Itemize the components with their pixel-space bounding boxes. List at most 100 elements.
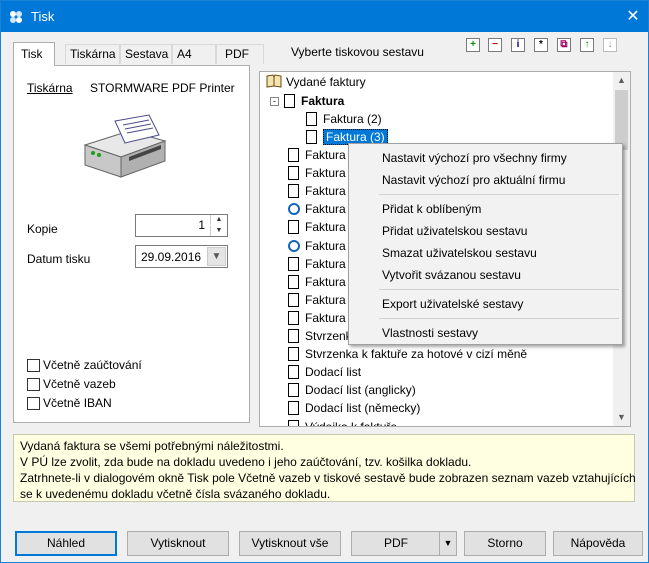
document-icon xyxy=(288,148,299,162)
tab-tiskarna[interactable]: Tiskárna xyxy=(65,44,120,64)
tree-item[interactable]: Faktura xyxy=(288,164,346,182)
description-line: Zatrhnete-li v dialogovém okně Tisk pole… xyxy=(20,471,636,485)
document-icon xyxy=(288,419,299,426)
menu-item-properties[interactable]: Vlastnosti sestavy xyxy=(382,326,478,340)
tree-item-label: Stvrzenka k faktuře za hotové v cizí měn… xyxy=(305,347,528,362)
tree-item-label: Faktura xyxy=(305,238,346,253)
checkbox-vazby-label: Včetně vazeb xyxy=(43,377,116,391)
tree-item-label: Faktura xyxy=(305,256,346,271)
description-line: Vydaná faktura se všemi potřebnými nálež… xyxy=(20,439,284,453)
tree-root[interactable]: Vydané faktury xyxy=(266,73,366,91)
copies-stepper[interactable]: 1 ▲ ▼ xyxy=(135,214,228,237)
menu-item-add-favorite[interactable]: Přidat k oblíbeným xyxy=(382,202,481,216)
checkbox-iban[interactable] xyxy=(27,397,40,410)
document-icon xyxy=(284,94,295,108)
tree-item[interactable]: Faktura xyxy=(288,291,346,309)
print-date-value: 29.09.2016 xyxy=(141,250,202,264)
document-icon xyxy=(288,329,299,343)
tab-tisk[interactable]: Tisk xyxy=(13,42,55,66)
checkbox-vazby[interactable] xyxy=(27,378,40,391)
scroll-thumb[interactable] xyxy=(615,90,628,150)
menu-item-default-all[interactable]: Nastavit výchozí pro všechny firmy xyxy=(382,151,567,165)
window-title: Tisk xyxy=(31,9,55,24)
tree-item[interactable]: Faktura xyxy=(288,273,346,291)
asterisk-icon[interactable]: * xyxy=(534,38,548,52)
scroll-up-icon[interactable]: ▲ xyxy=(613,72,630,89)
checkbox-zauctovani-label: Včetně zaúčtování xyxy=(43,358,142,372)
menu-separator xyxy=(379,318,619,319)
tree-item[interactable]: Faktura xyxy=(288,182,346,200)
ie-icon xyxy=(288,239,300,252)
close-button[interactable]: ✕ xyxy=(618,1,648,32)
cancel-button[interactable]: Storno xyxy=(464,531,546,556)
menu-item-delete-user-report[interactable]: Smazat uživatelskou sestavu xyxy=(382,246,537,260)
menu-item-export[interactable]: Export uživatelské sestavy xyxy=(382,297,523,311)
print-dialog: Tisk ✕ Tisk Tiskárna Sestava A4 PDF Vybe… xyxy=(0,0,649,563)
tree-item[interactable]: Faktura xyxy=(288,255,346,273)
preview-button[interactable]: Náhled xyxy=(15,531,117,556)
pdf-split-button[interactable]: PDF ▼ xyxy=(351,531,457,556)
add-icon[interactable]: + xyxy=(466,38,480,52)
tree-item[interactable]: Dodací list (anglicky) xyxy=(288,381,416,399)
document-icon xyxy=(288,365,299,380)
chevron-down-icon[interactable]: ▼ xyxy=(207,247,226,266)
tree-item[interactable]: Faktura xyxy=(288,200,346,218)
tree-item[interactable]: Faktura xyxy=(288,146,346,164)
tab-sestava[interactable]: Sestava xyxy=(120,44,172,64)
tree-item[interactable]: Faktura xyxy=(288,309,346,327)
spin-up-icon[interactable]: ▲ xyxy=(210,215,227,225)
help-button[interactable]: Nápověda xyxy=(553,531,643,556)
tree-item[interactable]: Faktura xyxy=(288,218,346,236)
printer-label[interactable]: Tiskárna xyxy=(27,81,73,95)
tab-pdf[interactable]: PDF xyxy=(216,44,264,64)
tree-item-label: Faktura xyxy=(305,310,346,325)
remove-icon[interactable]: − xyxy=(488,38,502,52)
document-icon xyxy=(288,347,299,362)
copy-icon[interactable]: ⧉ xyxy=(557,38,571,52)
info-icon[interactable]: i xyxy=(511,38,525,52)
print-date-picker[interactable]: 29.09.2016 ▼ xyxy=(135,245,228,268)
menu-item-add-user-report[interactable]: Přidat uživatelskou sestavu xyxy=(382,224,527,238)
pdf-button[interactable]: PDF xyxy=(352,532,440,555)
tree-item-label: Dodací list xyxy=(305,365,362,380)
move-down-icon[interactable]: ↓ xyxy=(603,38,617,52)
tree-item-label: Faktura xyxy=(305,166,346,181)
tab-a4[interactable]: A4 xyxy=(172,44,216,64)
tree-item-label: Faktura (2) xyxy=(323,112,382,126)
menu-item-default-current[interactable]: Nastavit výchozí pro aktuální firmu xyxy=(382,173,565,187)
tree-item[interactable]: Faktura (2) xyxy=(306,110,382,128)
print-date-label: Datum tisku xyxy=(27,252,91,266)
tree-item[interactable]: Dodací list (německy) xyxy=(288,399,420,417)
document-icon xyxy=(288,274,299,289)
description-line: V PÚ lze zvolit, zda bude na dokladu uve… xyxy=(20,455,472,469)
menu-separator xyxy=(379,289,619,290)
copies-value: 1 xyxy=(198,218,205,232)
menu-item-create-linked-report[interactable]: Vytvořit svázanou sestavu xyxy=(382,268,521,282)
ie-icon xyxy=(288,203,300,216)
checkbox-iban-label: Včetně IBAN xyxy=(43,396,112,410)
tree-group-faktura[interactable]: - Faktura xyxy=(270,92,344,110)
print-button[interactable]: Vytisknout xyxy=(127,531,229,556)
chevron-down-icon[interactable]: ▼ xyxy=(439,532,456,555)
report-caption: Vyberte tiskovou sestavu xyxy=(291,45,424,59)
document-icon xyxy=(288,184,299,199)
tree-item-label: Faktura xyxy=(305,202,346,217)
move-up-icon[interactable]: ↑ xyxy=(580,38,594,52)
printer-icon xyxy=(83,114,167,178)
scroll-down-icon[interactable]: ▼ xyxy=(613,409,630,426)
tree-item[interactable]: Výdejka k faktuře xyxy=(288,418,398,427)
tree-group-label: Faktura xyxy=(301,94,345,108)
document-icon xyxy=(288,292,299,307)
spin-down-icon[interactable]: ▼ xyxy=(210,226,227,236)
printer-value: STORMWARE PDF Printer xyxy=(90,81,235,95)
print-all-button[interactable]: Vytisknout vše xyxy=(239,531,341,556)
tree-item[interactable]: Stvrzenka k faktuře za hotové v cizí měn… xyxy=(288,345,527,363)
tree-item-label: Faktura xyxy=(305,184,346,199)
checkbox-zauctovani[interactable] xyxy=(27,359,40,372)
tree-item-label: Výdejka k faktuře xyxy=(305,419,398,427)
tree-item-label: Dodací list (anglicky) xyxy=(305,383,416,398)
tree-item[interactable]: Faktura xyxy=(288,237,346,255)
tree-item[interactable]: Dodací list xyxy=(288,363,361,381)
collapse-icon[interactable]: - xyxy=(270,97,279,106)
tree-item-label: Faktura xyxy=(305,274,346,289)
